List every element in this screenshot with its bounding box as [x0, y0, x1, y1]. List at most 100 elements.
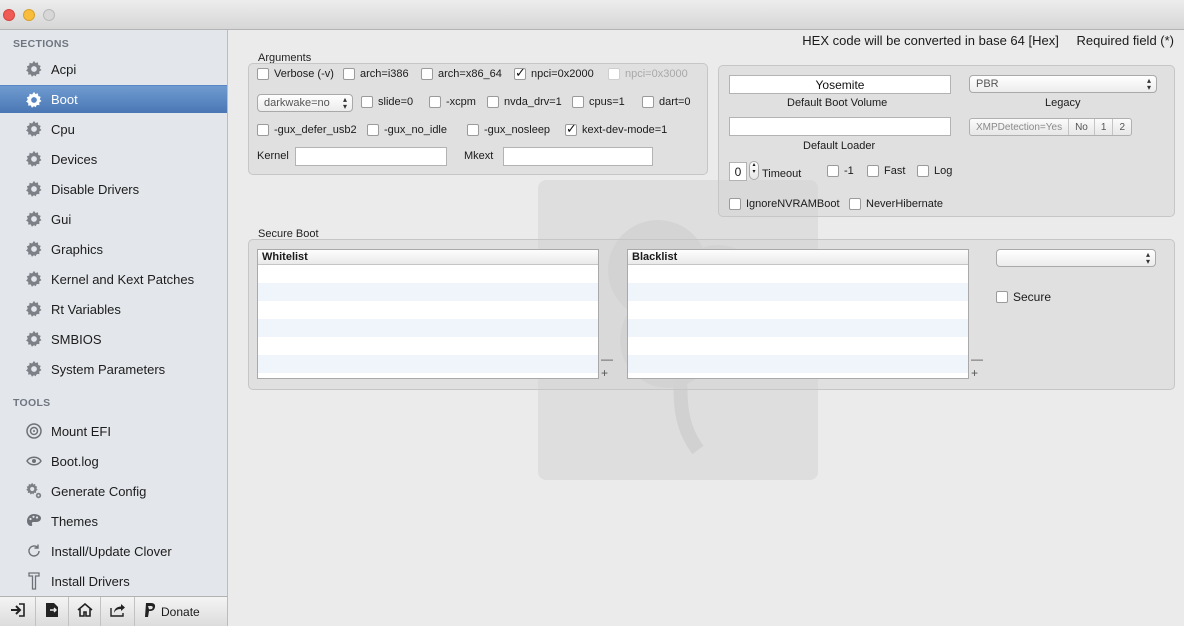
arch-i386-checkbox[interactable]: arch=i386: [343, 68, 409, 80]
cpus-checkbox[interactable]: cpus=1: [572, 96, 625, 108]
xmp-1-segment[interactable]: 1: [1095, 119, 1114, 135]
whitelist-header[interactable]: Whitelist: [258, 250, 598, 265]
sidebar-item-boot[interactable]: Boot: [0, 85, 227, 113]
never-hibernate-checkbox[interactable]: NeverHibernate: [849, 198, 943, 210]
gears-icon: [24, 481, 44, 501]
popup-arrows-icon: ▴ ▾: [1146, 76, 1151, 92]
sidebar-item-label: Gui: [51, 211, 72, 227]
sidebar-item-install-update-clover[interactable]: Install/Update Clover: [0, 537, 227, 565]
default-boot-volume-label: Default Boot Volume: [787, 97, 888, 109]
kext-dev-mode-checkbox[interactable]: kext-dev-mode=1: [565, 121, 667, 137]
dart-checkbox[interactable]: dart=0: [642, 96, 691, 108]
blacklist-add-button[interactable]: +: [971, 367, 978, 379]
gear-icon: [24, 329, 44, 349]
xcpm-checkbox[interactable]: -xcpm: [429, 96, 476, 108]
donate-button[interactable]: Donate: [135, 597, 208, 626]
kernel-label: Kernel: [257, 150, 289, 162]
npci-2000-checkbox[interactable]: npci=0x2000: [514, 65, 594, 81]
fast-checkbox[interactable]: Fast: [867, 165, 905, 177]
sidebar-item-label: Install Drivers: [51, 573, 130, 589]
default-loader-label: Default Loader: [803, 140, 876, 152]
sidebar-item-label: Disable Drivers: [51, 181, 140, 197]
boot-settings-group: Yosemite Default Boot Volume PBR ▴ ▾ Lega…: [718, 65, 1175, 217]
sections-header: SECTIONS: [13, 38, 70, 50]
sidebar-item-generate-config[interactable]: Generate Config: [0, 477, 227, 505]
timeout-label: Timeout: [762, 168, 802, 180]
timeout-stepper[interactable]: ▴ ▾: [749, 161, 759, 180]
gear-icon: [24, 179, 44, 199]
sidebar-item-system-parameters[interactable]: System Parameters: [0, 355, 227, 383]
share-button[interactable]: [101, 596, 135, 626]
home-button[interactable]: [69, 596, 101, 626]
install-icon: [24, 571, 44, 591]
gux-defer-usb2-checkbox[interactable]: -gux_defer_usb2: [257, 124, 357, 136]
gux-no-idle-checkbox[interactable]: -gux_no_idle: [367, 124, 447, 136]
gear-icon: [24, 299, 44, 319]
log-checkbox[interactable]: Log: [917, 165, 952, 177]
secure-boot-policy-popup[interactable]: ▴ ▾: [996, 249, 1156, 267]
table-row: [628, 337, 968, 355]
blacklist-table[interactable]: Blacklist: [627, 249, 969, 379]
sidebar-item-label: Devices: [51, 151, 98, 167]
sidebar-item-install-drivers[interactable]: Install Drivers: [0, 567, 227, 595]
legacy-label: Legacy: [1045, 97, 1081, 109]
sidebar-item-label: Graphics: [51, 241, 104, 257]
sidebar-item-mount-efi[interactable]: Mount EFI: [0, 417, 227, 445]
sidebar-item-disable-drivers[interactable]: Disable Drivers: [0, 175, 227, 203]
sidebar-item-label: Generate Config: [51, 483, 147, 499]
sidebar-item-label: Install/Update Clover: [51, 543, 172, 559]
sidebar-item-rt-variables[interactable]: Rt Variables: [0, 295, 227, 323]
default-loader-input[interactable]: [729, 117, 951, 136]
sidebar-item-acpi[interactable]: Acpi: [0, 55, 227, 83]
kernel-input[interactable]: [295, 147, 447, 166]
xmp-yes-segment[interactable]: XMPDetection=Yes: [970, 119, 1070, 135]
eye-icon: [24, 451, 44, 471]
arch-x86-64-checkbox[interactable]: arch=x86_64: [421, 68, 502, 80]
npci-3000-checkbox: npci=0x3000: [608, 68, 688, 80]
sidebar-item-devices[interactable]: Devices: [0, 145, 227, 173]
close-window-button[interactable]: [3, 9, 15, 21]
table-row: [258, 319, 598, 337]
sidebar-item-label: Rt Variables: [51, 301, 121, 317]
whitelist-remove-button[interactable]: —: [601, 353, 613, 365]
table-row: [258, 355, 598, 373]
slide-checkbox[interactable]: slide=0: [361, 96, 413, 108]
sidebar-item-smbios[interactable]: SMBIOS: [0, 325, 227, 353]
import-button[interactable]: [0, 596, 36, 626]
sidebar-item-label: Themes: [51, 513, 98, 529]
nvda-drv-checkbox[interactable]: nvda_drv=1: [487, 96, 562, 108]
darkwake-popup[interactable]: darkwake=no ▴ ▾: [257, 94, 353, 112]
hex-info-text: HEX code will be converted in base 64 [H…: [802, 33, 1174, 48]
whitelist-add-button[interactable]: +: [601, 367, 608, 379]
legacy-popup[interactable]: PBR ▴ ▾: [969, 75, 1157, 93]
sidebar-item-gui[interactable]: Gui: [0, 205, 227, 233]
minimize-window-button[interactable]: [23, 9, 35, 21]
zoom-window-button[interactable]: [43, 9, 55, 21]
verbose-checkbox[interactable]: Verbose (-v): [257, 68, 334, 80]
gux-nosleep-checkbox[interactable]: -gux_nosleep: [467, 124, 550, 136]
timeout-input[interactable]: 0: [729, 162, 747, 181]
ignore-nvram-boot-checkbox[interactable]: IgnoreNVRAMBoot: [729, 198, 840, 210]
bottom-toolbar: Donate: [0, 596, 228, 626]
mkext-input[interactable]: [503, 147, 653, 166]
blacklist-header[interactable]: Blacklist: [628, 250, 968, 265]
sidebar-item-kernel-kext-patches[interactable]: Kernel and Kext Patches: [0, 265, 227, 293]
xmp-2-segment[interactable]: 2: [1113, 119, 1131, 135]
sidebar-item-cpu[interactable]: Cpu: [0, 115, 227, 143]
timeout-minus1-checkbox[interactable]: -1: [827, 165, 854, 177]
whitelist-table[interactable]: Whitelist: [257, 249, 599, 379]
sidebar-item-label: Kernel and Kext Patches: [51, 271, 195, 287]
hex-note-label: HEX code will be converted in base 64 [H…: [802, 33, 1059, 48]
sidebar-item-graphics[interactable]: Graphics: [0, 235, 227, 263]
gear-icon: [24, 209, 44, 229]
open-button[interactable]: [36, 596, 69, 626]
xmp-detection-segmented: XMPDetection=Yes No 1 2: [969, 118, 1132, 136]
sidebar-item-themes[interactable]: Themes: [0, 507, 227, 535]
blacklist-remove-button[interactable]: —: [971, 353, 983, 365]
sidebar-item-boot-log[interactable]: Boot.log: [0, 447, 227, 475]
default-boot-volume-input[interactable]: Yosemite: [729, 75, 951, 94]
table-row: [628, 283, 968, 301]
xmp-no-segment[interactable]: No: [1069, 119, 1095, 135]
secure-checkbox[interactable]: Secure: [996, 290, 1051, 304]
paypal-icon: [143, 602, 157, 621]
